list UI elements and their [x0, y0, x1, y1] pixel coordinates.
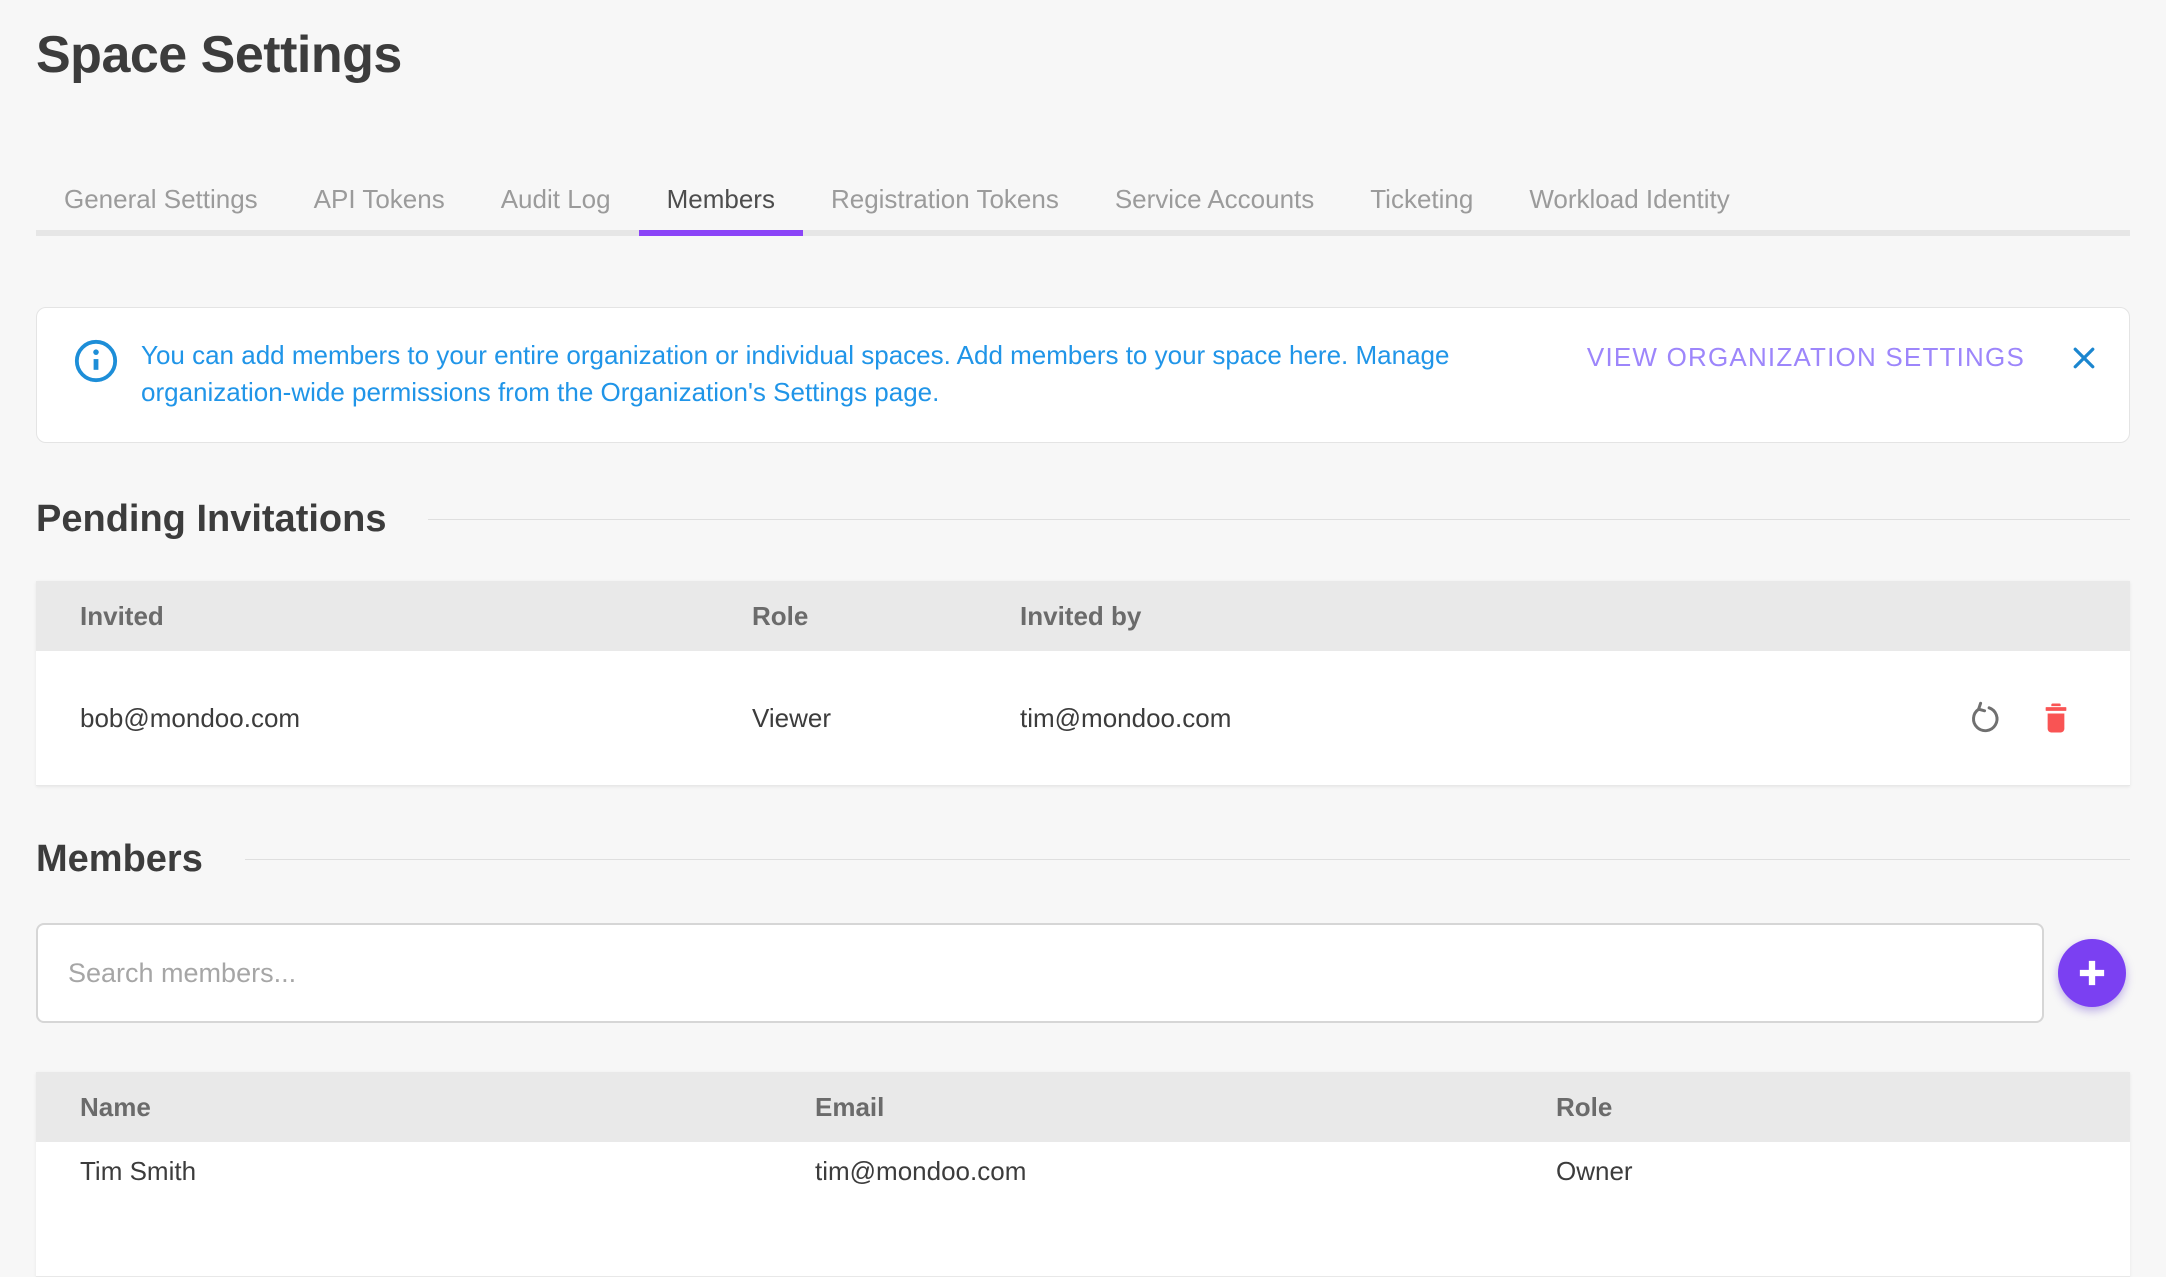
pending-invitation-row: bob@mondoo.com Viewer tim@mondoo.com	[36, 651, 2130, 786]
column-header-email: Email	[815, 1092, 1556, 1123]
delete-invitation-button[interactable]	[2038, 700, 2074, 736]
invited-email: bob@mondoo.com	[36, 703, 752, 734]
tab-workload-identity[interactable]: Workload Identity	[1501, 184, 1757, 214]
members-table: Name Email Role Tim Smith tim@mondoo.com…	[36, 1072, 2130, 1277]
page-title: Space Settings	[36, 0, 2130, 86]
pending-invitations-section-header: Pending Invitations	[36, 497, 2130, 541]
trash-icon	[2039, 701, 2073, 735]
member-role: Owner	[1556, 1142, 2130, 1187]
section-divider	[428, 519, 2130, 520]
settings-tabs: General Settings API Tokens Audit Log Me…	[36, 184, 2130, 236]
tab-members[interactable]: Members	[639, 184, 803, 214]
view-organization-settings-link[interactable]: VIEW ORGANIZATION SETTINGS	[1587, 342, 2025, 373]
tab-general-settings[interactable]: General Settings	[36, 184, 286, 214]
members-table-header: Name Email Role	[36, 1072, 2130, 1142]
banner-message: You can add members to your entire organ…	[141, 337, 1587, 411]
invited-by-email: tim@mondoo.com	[1020, 703, 1894, 734]
tab-audit-log[interactable]: Audit Log	[473, 184, 639, 214]
pending-table-header: Invited Role Invited by	[36, 581, 2130, 651]
row-actions	[1894, 700, 2130, 736]
tab-registration-tokens[interactable]: Registration Tokens	[803, 184, 1087, 214]
member-name: Tim Smith	[36, 1142, 815, 1187]
column-header-invited-by: Invited by	[1020, 601, 1894, 632]
member-row: Tim Smith tim@mondoo.com Owner	[36, 1142, 2130, 1277]
tab-ticketing[interactable]: Ticketing	[1342, 184, 1501, 214]
space-settings-page: Space Settings General Settings API Toke…	[36, 0, 2130, 1277]
column-header-role: Role	[752, 601, 1020, 632]
search-members-input[interactable]	[36, 923, 2044, 1023]
tabs-track	[36, 230, 2130, 236]
members-search-row	[36, 923, 2130, 1023]
plus-icon	[2073, 954, 2111, 992]
column-header-role: Role	[1556, 1092, 2130, 1123]
invited-role: Viewer	[752, 703, 1020, 734]
members-section-header: Members	[36, 837, 2130, 881]
info-circle-icon	[73, 338, 119, 384]
add-member-button[interactable]	[2058, 939, 2126, 1007]
tab-service-accounts[interactable]: Service Accounts	[1087, 184, 1342, 214]
tab-api-tokens[interactable]: API Tokens	[286, 184, 473, 214]
pending-invitations-title: Pending Invitations	[36, 497, 386, 541]
pending-invitations-table: Invited Role Invited by bob@mondoo.com V…	[36, 581, 2130, 786]
banner-actions: VIEW ORGANIZATION SETTINGS	[1587, 342, 2099, 373]
member-email: tim@mondoo.com	[815, 1142, 1556, 1187]
resend-invitation-button[interactable]	[1966, 700, 2002, 736]
column-header-invited: Invited	[36, 601, 752, 632]
section-divider	[245, 859, 2130, 860]
close-banner-icon[interactable]	[2069, 343, 2099, 373]
info-banner: You can add members to your entire organ…	[36, 307, 2130, 443]
members-title: Members	[36, 837, 203, 881]
resend-replay-icon	[1967, 701, 2001, 735]
column-header-name: Name	[36, 1092, 815, 1123]
